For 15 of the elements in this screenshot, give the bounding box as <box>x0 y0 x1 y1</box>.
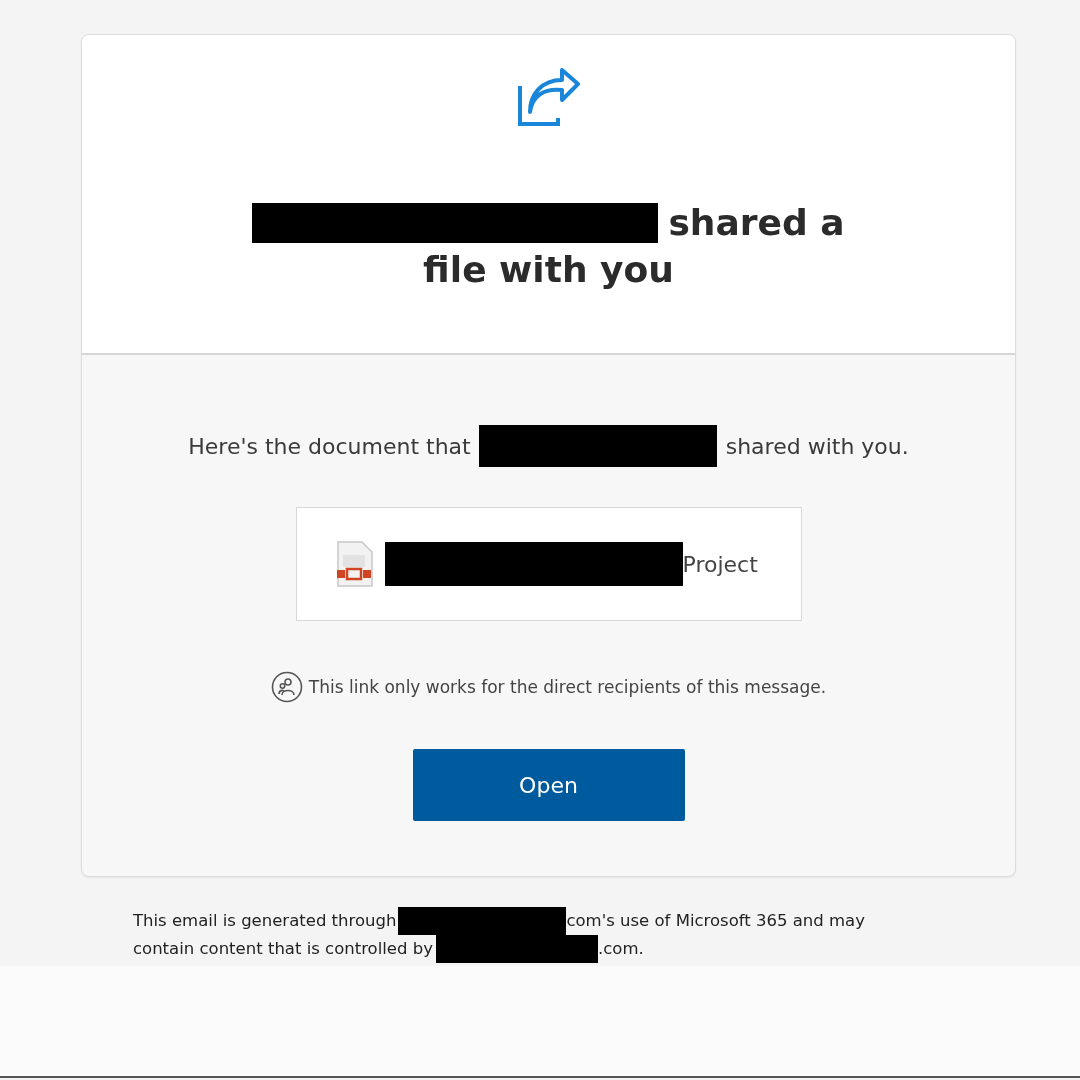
footer-text: This email is generated through <box>133 911 397 931</box>
file-name: Project <box>682 551 758 577</box>
message-text: shared with you. <box>725 433 909 459</box>
footer-text: .com. <box>598 939 644 959</box>
open-button[interactable]: Open <box>412 749 685 821</box>
footer-text: contain content that is controlled by <box>133 939 433 959</box>
file-card[interactable]: Project <box>295 507 802 621</box>
share-icon <box>515 68 582 128</box>
heading-text: shared a <box>668 202 845 243</box>
message-text: Here's the document that <box>188 433 471 459</box>
people-icon <box>270 671 303 703</box>
footer-text: com's use of Microsoft 365 and may <box>566 911 865 931</box>
heading-text: file with you <box>423 249 674 290</box>
notice-text: This link only works for the direct recipients of this message. <box>308 677 827 697</box>
document-icon <box>334 541 373 587</box>
